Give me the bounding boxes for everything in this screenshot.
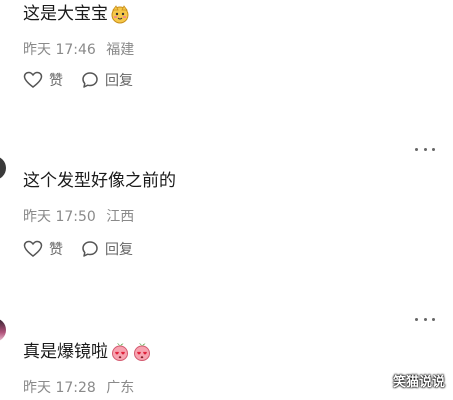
comment-meta: 昨天 17:46 福建 [23, 39, 134, 59]
heart-icon [23, 71, 43, 88]
comment-text-row: 这个发型好像之前的 [23, 169, 176, 193]
reply-button[interactable]: 回复 [81, 70, 133, 90]
comment-text: 这个发型好像之前的 [23, 171, 176, 191]
comment-location: 福建 [106, 42, 135, 58]
comment-meta: 昨天 17:28 广东 [23, 377, 134, 397]
comment-time: 昨天 17:28 [23, 380, 96, 396]
comment-text: 这是大宝宝 [23, 4, 108, 24]
heart-icon [23, 240, 43, 257]
avatar[interactable] [0, 318, 6, 342]
like-button[interactable]: 赞 [23, 239, 63, 259]
avatar[interactable] [0, 156, 6, 180]
like-button[interactable]: 赞 [23, 70, 63, 90]
comment-text-row: 真是爆镜啦 [23, 340, 152, 364]
comment-location: 江西 [106, 209, 135, 225]
comment-text: 真是爆镜啦 [23, 342, 108, 362]
more-options-icon[interactable] [415, 145, 435, 153]
comment-actions: 赞 回复 [23, 239, 133, 259]
comment-actions: 赞 回复 [23, 70, 133, 90]
comment-meta: 昨天 17:50 江西 [23, 206, 134, 226]
reply-bubble-icon [82, 72, 98, 88]
reply-button[interactable]: 回复 [81, 239, 133, 259]
blushing-cat-emoji [111, 5, 129, 24]
comment-time: 昨天 17:46 [23, 42, 96, 58]
reply-bubble-icon [82, 241, 98, 257]
like-label: 赞 [49, 242, 63, 258]
more-options-icon[interactable] [415, 315, 435, 323]
comment-location: 广东 [106, 380, 135, 396]
peach-heart-eyes-emoji [133, 343, 151, 362]
reply-label: 回复 [105, 242, 133, 258]
comment-text-row: 这是大宝宝 [23, 2, 130, 26]
reply-label: 回复 [105, 73, 133, 89]
like-label: 赞 [49, 73, 63, 89]
watermark: 笑猫说说 [392, 375, 445, 390]
comment-time: 昨天 17:50 [23, 209, 96, 225]
peach-heart-eyes-emoji [111, 343, 129, 362]
